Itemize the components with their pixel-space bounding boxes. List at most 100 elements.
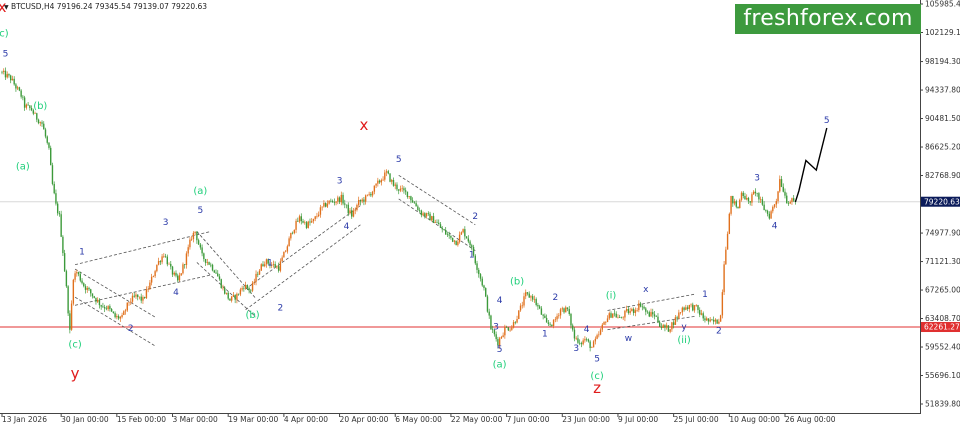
candle-body xyxy=(288,238,290,247)
y-tick-label: 105985.40 xyxy=(925,0,960,9)
candle-body xyxy=(396,184,398,190)
candle-body xyxy=(516,319,518,323)
candle-body xyxy=(619,317,621,318)
wave-label-blue: 4 xyxy=(173,288,179,298)
candle-body xyxy=(295,220,297,230)
candle-body xyxy=(152,276,155,277)
candle-body xyxy=(53,183,55,194)
candle-body xyxy=(22,96,24,98)
candle-body xyxy=(446,234,449,235)
candle-body xyxy=(540,308,543,315)
candle-body xyxy=(667,325,670,332)
candle-body xyxy=(321,206,323,208)
candle-body xyxy=(398,189,400,191)
candle-body xyxy=(589,341,591,348)
candle-body xyxy=(297,220,299,222)
x-tick-label: 9 Jul 00:00 xyxy=(618,415,658,424)
y-tick-label: 94337.80 xyxy=(925,86,960,95)
candle-body xyxy=(159,261,162,263)
wave-label-green: (ii) xyxy=(677,335,690,346)
candle-body xyxy=(380,180,383,183)
candle-body xyxy=(124,310,127,312)
candle-body xyxy=(317,214,320,217)
candle-body xyxy=(538,306,541,309)
candle-body xyxy=(777,191,779,202)
candle-body xyxy=(622,317,624,319)
candle-body xyxy=(65,271,68,287)
candle-body xyxy=(145,289,148,299)
candle-body xyxy=(507,327,510,331)
candle-body xyxy=(782,186,784,192)
candle-body xyxy=(712,319,715,322)
candle-body xyxy=(316,216,318,217)
candle-body xyxy=(791,198,793,202)
candle-body xyxy=(582,340,584,345)
x-tick-label: 19 Mar 00:00 xyxy=(228,415,278,424)
x-tick-label: 30 Jan 00:00 xyxy=(61,415,109,424)
candle-body xyxy=(772,206,774,212)
candle-body xyxy=(754,191,757,194)
candle-body xyxy=(95,297,97,302)
candle-body xyxy=(230,296,233,301)
candle-body xyxy=(391,179,393,182)
candle-body xyxy=(272,264,275,265)
candle-body xyxy=(128,302,130,304)
candle-body xyxy=(629,310,631,313)
candle-body xyxy=(518,310,520,320)
x-tick-label: 7 Jun 00:00 xyxy=(507,415,550,424)
freshforex-logo: freshforex.com xyxy=(735,4,921,34)
candle-body xyxy=(197,240,200,245)
candle-body xyxy=(605,322,607,323)
candle-body xyxy=(759,199,762,200)
candle-body xyxy=(279,261,282,271)
candle-body xyxy=(399,188,402,191)
candle-body xyxy=(514,322,516,323)
candle-body xyxy=(370,193,372,196)
candle-body xyxy=(283,251,285,258)
chart-window[interactable]: x(c)5(b)(a)12345(a)(c)y12(b)34x521(b)435… xyxy=(0,0,960,425)
y-tick-label: 51839.80 xyxy=(925,400,960,409)
candle-body xyxy=(418,209,421,211)
candle-body xyxy=(344,203,346,205)
candle-body xyxy=(281,257,283,262)
candle-body xyxy=(3,70,5,72)
candle-body xyxy=(25,104,28,108)
candle-body xyxy=(411,200,414,203)
candle-body xyxy=(293,229,296,234)
candle-body xyxy=(458,234,461,242)
wave-label-red: x xyxy=(359,116,368,134)
candle-body xyxy=(50,147,52,166)
candle-body xyxy=(331,201,334,202)
dropdown-triangle-icon[interactable]: ▼ xyxy=(4,4,9,11)
wave-label-blue: 2 xyxy=(278,303,284,313)
candle-body xyxy=(276,266,278,268)
y-tick-label: 82768.90 xyxy=(925,171,960,180)
candle-body xyxy=(552,319,555,326)
candle-body xyxy=(60,214,62,237)
candle-body xyxy=(86,287,88,290)
candle-body xyxy=(253,281,255,283)
candle-body xyxy=(300,216,302,222)
candle-body xyxy=(742,192,744,196)
candle-body xyxy=(627,309,630,313)
candle-body xyxy=(389,173,391,182)
candle-body xyxy=(549,323,551,325)
candle-body xyxy=(88,287,90,290)
candle-body xyxy=(340,194,342,203)
candle-body xyxy=(573,329,576,339)
candle-body xyxy=(366,194,369,196)
price-chart[interactable]: x(c)5(b)(a)12345(a)(c)y12(b)34x521(b)435… xyxy=(0,0,960,425)
wave-label-blue: 4 xyxy=(497,296,503,306)
candle-body xyxy=(171,266,174,275)
candle-body xyxy=(284,251,287,253)
candle-body xyxy=(324,202,327,207)
candle-body xyxy=(676,317,678,319)
candle-body xyxy=(793,198,795,201)
candle-body xyxy=(453,240,456,242)
candle-body xyxy=(109,306,111,309)
candle-body xyxy=(465,236,468,239)
candle-body xyxy=(725,249,727,265)
candle-body xyxy=(8,74,10,76)
candle-body xyxy=(768,213,771,219)
candle-body xyxy=(457,241,459,246)
